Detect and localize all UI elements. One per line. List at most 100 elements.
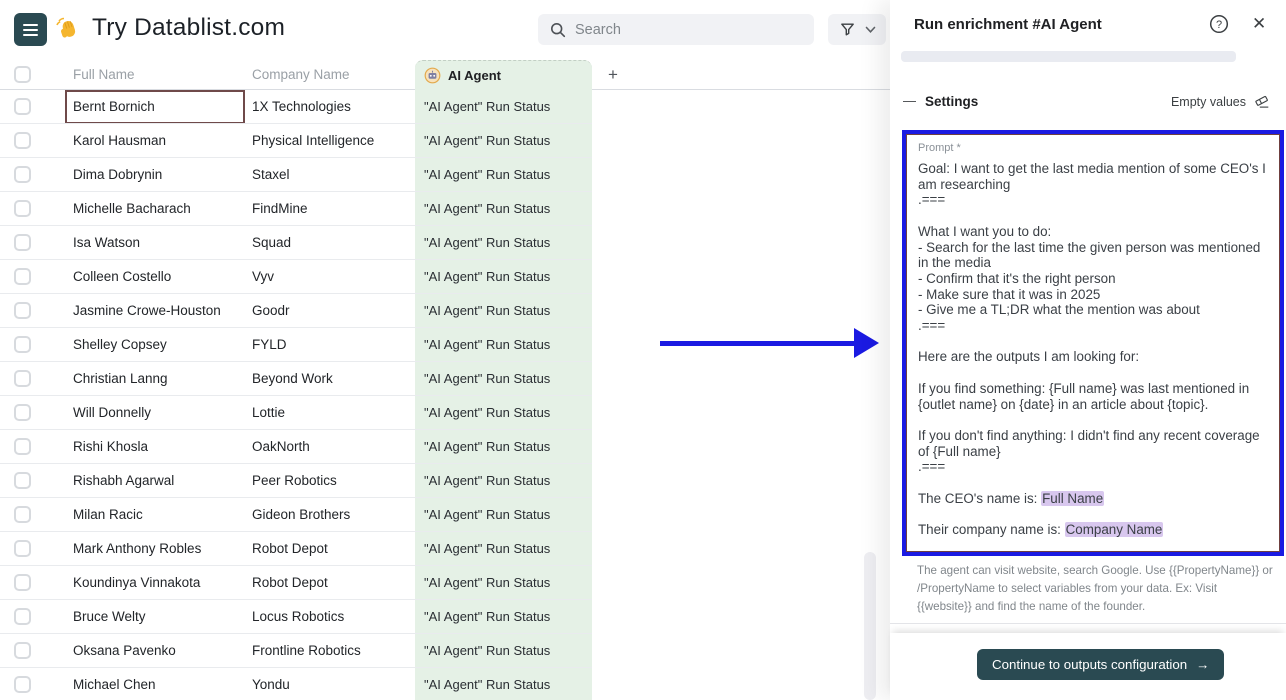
table-row[interactable]: Jasmine Crowe-Houston Goodr "AI Agent" R… [0,294,890,328]
cell-ai-agent-status[interactable]: "AI Agent" Run Status [415,430,592,464]
table-row[interactable]: Mark Anthony Robles Robot Depot "AI Agen… [0,532,890,566]
cell-ai-agent-status[interactable]: "AI Agent" Run Status [415,90,592,124]
cell-company[interactable]: Staxel [252,158,410,192]
variable-chip-company-name[interactable]: Company Name [1065,522,1164,537]
empty-values-button[interactable]: Empty values [1171,93,1270,110]
table-row[interactable]: Oksana Pavenko Frontline Robotics "AI Ag… [0,634,890,668]
cell-ai-agent-status[interactable]: "AI Agent" Run Status [415,464,592,498]
table-row[interactable]: Karol Hausman Physical Intelligence "AI … [0,124,890,158]
row-checkbox[interactable] [14,438,31,455]
cell-full-name[interactable]: Colleen Costello [73,260,238,294]
cell-company[interactable]: Goodr [252,294,410,328]
cell-company[interactable]: 1X Technologies [252,90,410,124]
row-checkbox[interactable] [14,608,31,625]
table-row[interactable]: Rishi Khosla OakNorth "AI Agent" Run Sta… [0,430,890,464]
table-row[interactable]: Colleen Costello Vyv "AI Agent" Run Stat… [0,260,890,294]
cell-company[interactable]: Squad [252,226,410,260]
cell-ai-agent-status[interactable]: "AI Agent" Run Status [415,226,592,260]
row-checkbox[interactable] [14,166,31,183]
table-row[interactable]: Will Donnelly Lottie "AI Agent" Run Stat… [0,396,890,430]
cell-full-name[interactable]: Karol Hausman [73,124,238,158]
cell-ai-agent-status[interactable]: "AI Agent" Run Status [415,532,592,566]
row-checkbox[interactable] [14,676,31,693]
cell-company[interactable]: Robot Depot [252,532,410,566]
menu-button[interactable] [14,13,47,46]
cell-ai-agent-status[interactable]: "AI Agent" Run Status [415,294,592,328]
cell-full-name[interactable]: Michael Chen [73,668,238,700]
row-checkbox[interactable] [14,506,31,523]
cell-ai-agent-status[interactable]: "AI Agent" Run Status [415,158,592,192]
cell-full-name[interactable]: Bernt Bornich [73,90,238,124]
cell-full-name[interactable]: Mark Anthony Robles [73,532,238,566]
add-column-button[interactable]: + [597,60,629,90]
table-row[interactable]: Rishabh Agarwal Peer Robotics "AI Agent"… [0,464,890,498]
row-checkbox[interactable] [14,574,31,591]
cell-company[interactable]: Robot Depot [252,566,410,600]
cell-full-name[interactable]: Milan Racic [73,498,238,532]
cell-full-name[interactable]: Jasmine Crowe-Houston [73,294,238,328]
cell-company[interactable]: FindMine [252,192,410,226]
cell-company[interactable]: Beyond Work [252,362,410,396]
variable-chip-full-name[interactable]: Full Name [1041,491,1104,506]
row-checkbox[interactable] [14,642,31,659]
table-row[interactable]: Milan Racic Gideon Brothers "AI Agent" R… [0,498,890,532]
row-checkbox[interactable] [14,404,31,421]
table-row[interactable]: Isa Watson Squad "AI Agent" Run Status [0,226,890,260]
cell-company[interactable]: Locus Robotics [252,600,410,634]
row-checkbox[interactable] [14,336,31,353]
cell-ai-agent-status[interactable]: "AI Agent" Run Status [415,668,592,700]
column-header-company[interactable]: Company Name [252,60,350,90]
table-row[interactable]: Michelle Bacharach FindMine "AI Agent" R… [0,192,890,226]
cell-full-name[interactable]: Bruce Welty [73,600,238,634]
cell-ai-agent-status[interactable]: "AI Agent" Run Status [415,396,592,430]
cell-full-name[interactable]: Oksana Pavenko [73,634,238,668]
filter-button[interactable] [828,14,886,45]
row-checkbox[interactable] [14,302,31,319]
cell-full-name[interactable]: Shelley Copsey [73,328,238,362]
row-checkbox[interactable] [14,98,31,115]
row-checkbox[interactable] [14,200,31,217]
cell-ai-agent-status[interactable]: "AI Agent" Run Status [415,260,592,294]
cell-full-name[interactable]: Rishabh Agarwal [73,464,238,498]
cell-ai-agent-status[interactable]: "AI Agent" Run Status [415,634,592,668]
cell-full-name[interactable]: Michelle Bacharach [73,192,238,226]
row-checkbox[interactable] [14,234,31,251]
table-row[interactable]: Christian Lanng Beyond Work "AI Agent" R… [0,362,890,396]
cell-full-name[interactable]: Christian Lanng [73,362,238,396]
cell-company[interactable]: Gideon Brothers [252,498,410,532]
table-row[interactable]: Bernt Bornich 1X Technologies "AI Agent"… [0,90,890,124]
row-checkbox[interactable] [14,370,31,387]
cell-company[interactable]: FYLD [252,328,410,362]
cell-ai-agent-status[interactable]: "AI Agent" Run Status [415,362,592,396]
cell-ai-agent-status[interactable]: "AI Agent" Run Status [415,566,592,600]
row-checkbox[interactable] [14,132,31,149]
help-icon[interactable]: ? [1209,14,1229,34]
cell-ai-agent-status[interactable]: "AI Agent" Run Status [415,192,592,226]
cell-company[interactable]: Yondu [252,668,410,700]
column-header-ai-agent[interactable]: AI Agent [415,60,592,90]
collapse-icon[interactable]: — [903,93,916,108]
cell-ai-agent-status[interactable]: "AI Agent" Run Status [415,124,592,158]
cell-full-name[interactable]: Rishi Khosla [73,430,238,464]
cell-company[interactable]: Lottie [252,396,410,430]
cell-full-name[interactable]: Isa Watson [73,226,238,260]
close-icon[interactable]: ✕ [1252,13,1266,35]
cell-company[interactable]: OakNorth [252,430,410,464]
cell-ai-agent-status[interactable]: "AI Agent" Run Status [415,498,592,532]
row-checkbox[interactable] [14,540,31,557]
vertical-scrollbar[interactable] [864,552,876,700]
column-header-full-name[interactable]: Full Name [73,60,135,90]
row-checkbox[interactable] [14,268,31,285]
cell-company[interactable]: Frontline Robotics [252,634,410,668]
row-checkbox[interactable] [14,472,31,489]
cell-ai-agent-status[interactable]: "AI Agent" Run Status [415,328,592,362]
cell-full-name[interactable]: Koundinya Vinnakota [73,566,238,600]
table-row[interactable]: Koundinya Vinnakota Robot Depot "AI Agen… [0,566,890,600]
select-all-checkbox[interactable] [14,66,31,83]
cell-full-name[interactable]: Will Donnelly [73,396,238,430]
cell-full-name[interactable]: Dima Dobrynin [73,158,238,192]
table-row[interactable]: Michael Chen Yondu "AI Agent" Run Status [0,668,890,700]
table-row[interactable]: Dima Dobrynin Staxel "AI Agent" Run Stat… [0,158,890,192]
cell-company[interactable]: Peer Robotics [252,464,410,498]
search-input[interactable]: Search [538,14,814,45]
